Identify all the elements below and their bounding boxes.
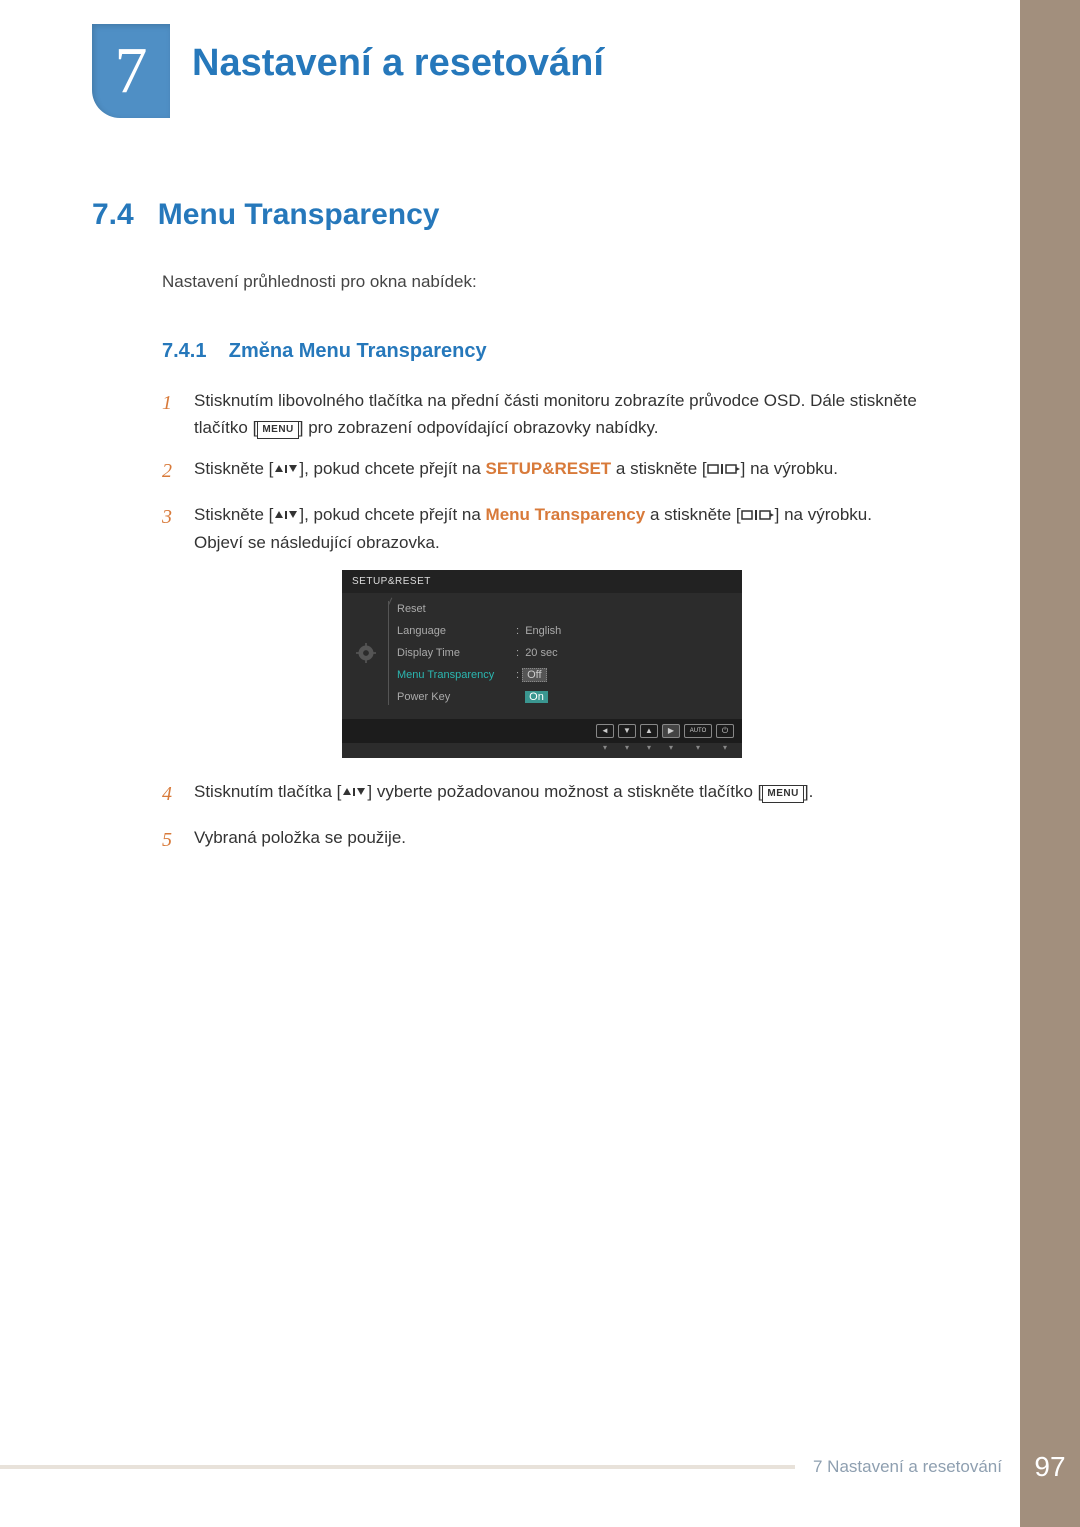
osd-panel: SETUP&RESET Reset Language Display Time … <box>342 570 742 758</box>
osd-value-display-time: : 20 sec <box>516 645 732 661</box>
osd-value-column: : English : 20 sec : Off On <box>516 601 732 705</box>
step-list: 1 Stisknutím libovolného tlačítka na pře… <box>162 387 922 556</box>
subsection-title: Změna Menu Transparency <box>229 340 487 362</box>
osd-label-language: Language <box>397 623 508 639</box>
subsection-number: 7.4.1 <box>162 340 206 362</box>
dot-icon: ▾ <box>640 743 658 752</box>
menu-key-icon: MENU <box>257 421 298 439</box>
step-list-cont: 4 Stisknutím tlačítka [] vyberte požadov… <box>162 778 922 856</box>
up-down-icon <box>273 509 299 521</box>
gear-icon <box>356 643 376 663</box>
step-3: 3 Stiskněte [], pokud chcete přejít na M… <box>162 501 922 555</box>
osd-header: SETUP&RESET <box>342 570 742 593</box>
osd-label-column: Reset Language Display Time Menu Transpa… <box>388 601 508 705</box>
osd-label-display-time: Display Time <box>397 645 508 661</box>
dot-icon: ▾ <box>596 743 614 752</box>
step-number: 5 <box>162 824 178 856</box>
step-number: 3 <box>162 501 178 555</box>
nav-left-icon: ◄ <box>596 724 614 738</box>
section-title: Menu Transparency <box>158 198 440 232</box>
osd-label-power-key: Power Key <box>397 689 508 705</box>
osd-label-reset: Reset <box>397 601 508 617</box>
footer-divider <box>0 1465 795 1469</box>
osd-value-language: : English <box>516 623 732 639</box>
dot-icon: ▾ <box>662 743 680 752</box>
step-text: Vybraná položka se použije. <box>194 824 922 856</box>
nav-power-icon: ⏻ <box>716 724 734 738</box>
enter-source-icon <box>707 462 741 476</box>
section-intro: Nastavení průhlednosti pro okna nabídek: <box>162 272 922 292</box>
osd-nav-dots: ▾ ▾ ▾ ▾ ▾ ▾ <box>342 743 742 758</box>
chapter-number: 7 <box>115 38 148 104</box>
menu-key-icon: MENU <box>762 785 803 803</box>
dot-icon: ▾ <box>716 743 734 752</box>
step-text: Stisknutím libovolného tlačítka na předn… <box>194 387 922 441</box>
step-5: 5 Vybraná položka se použije. <box>162 824 922 856</box>
footer-chapter-label: 7 Nastavení a resetování <box>795 1457 1020 1477</box>
step-text: Stiskněte [], pokud chcete přejít na Men… <box>194 501 922 555</box>
page-content: 7.4 Menu Transparency Nastavení průhledn… <box>92 198 922 870</box>
step-1: 1 Stisknutím libovolného tlačítka na pře… <box>162 387 922 441</box>
chapter-title: Nastavení a resetování <box>192 42 604 85</box>
step-number: 1 <box>162 387 178 441</box>
step-2: 2 Stiskněte [], pokud chcete přejít na S… <box>162 455 922 487</box>
footer-page-number: 97 <box>1020 1441 1080 1493</box>
step-number: 2 <box>162 455 178 487</box>
nav-enter-icon: ▶ <box>662 724 680 738</box>
step-text: Stiskněte [], pokud chcete přejít na SET… <box>194 455 922 487</box>
osd-icon-column <box>352 601 380 705</box>
enter-source-icon <box>741 508 775 522</box>
nav-down-icon: ▼ <box>618 724 636 738</box>
chapter-tab: 7 <box>92 24 170 118</box>
osd-label-menu-transparency: Menu Transparency <box>397 667 508 683</box>
nav-up-icon: ▲ <box>640 724 658 738</box>
osd-value-transparency-off: : Off <box>516 667 732 683</box>
page-footer: 7 Nastavení a resetování 97 <box>0 1441 1080 1493</box>
up-down-icon <box>273 463 299 475</box>
step-text: Stisknutím tlačítka [] vyberte požadovan… <box>194 778 922 810</box>
osd-value-transparency-on: On <box>516 689 732 705</box>
section-header: 7.4 Menu Transparency <box>92 198 922 232</box>
highlight: Menu Transparency <box>486 505 646 524</box>
side-stripe <box>1020 0 1080 1527</box>
dot-icon: ▾ <box>618 743 636 752</box>
section-number: 7.4 <box>92 198 134 232</box>
dot-icon: ▾ <box>684 743 712 752</box>
highlight: SETUP&RESET <box>486 459 612 478</box>
nav-auto-label: AUTO <box>684 724 712 738</box>
osd-body: Reset Language Display Time Menu Transpa… <box>342 593 742 719</box>
osd-screenshot: SETUP&RESET Reset Language Display Time … <box>162 570 922 758</box>
step-number: 4 <box>162 778 178 810</box>
subsection-header: 7.4.1 Změna Menu Transparency <box>162 340 922 363</box>
up-down-icon <box>341 786 367 798</box>
osd-nav-bar: ◄ ▼ ▲ ▶ AUTO ⏻ <box>342 719 742 743</box>
step-4: 4 Stisknutím tlačítka [] vyberte požadov… <box>162 778 922 810</box>
